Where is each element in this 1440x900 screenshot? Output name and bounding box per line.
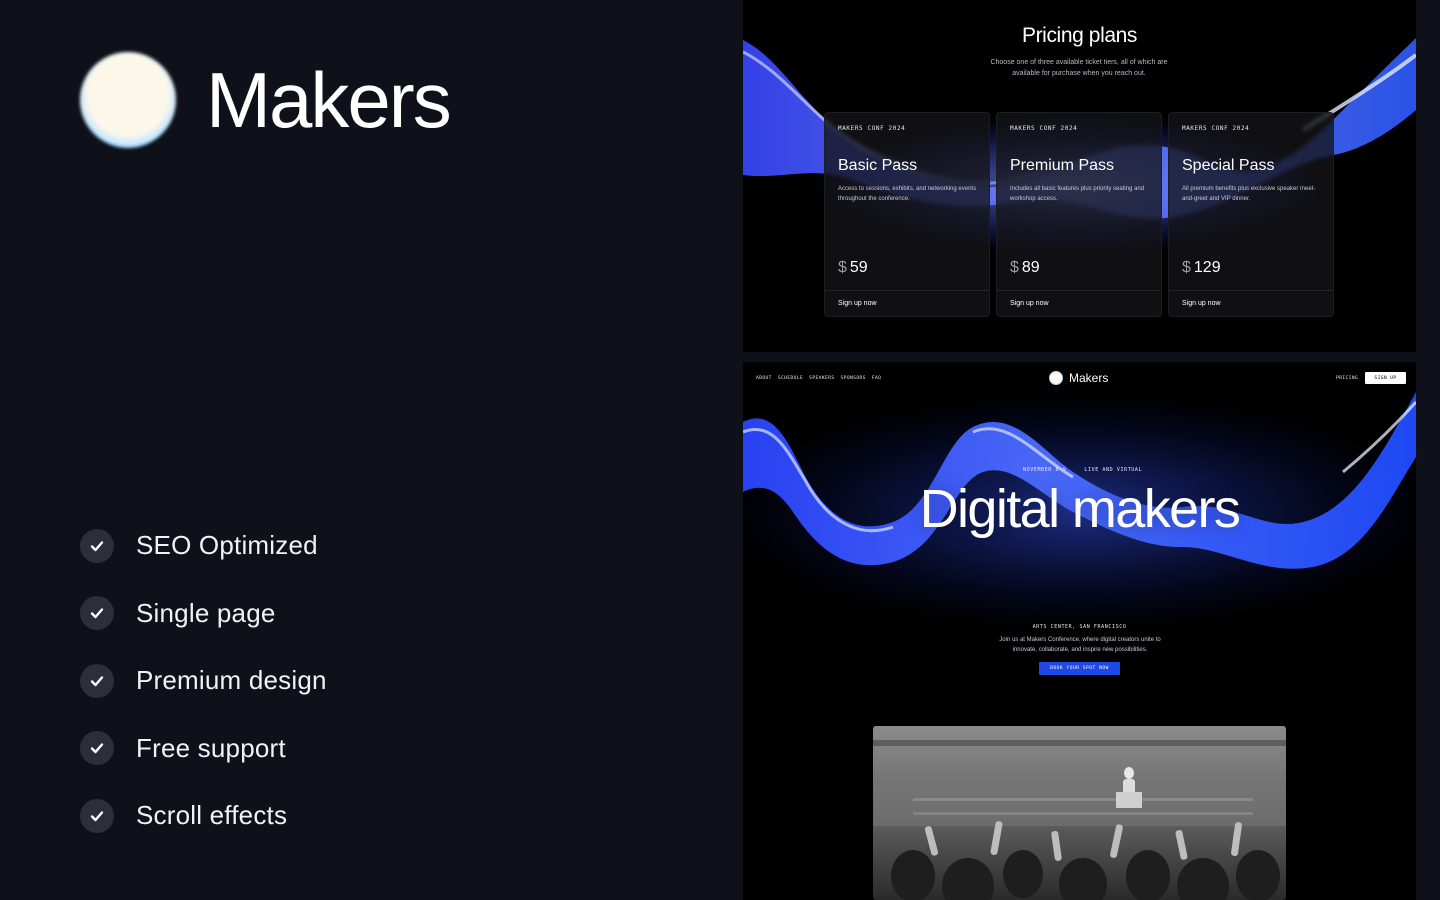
- nav-link-about[interactable]: ABOUT: [756, 376, 772, 381]
- hero-location: ARTS CENTER, SAN FRANCISCO: [1032, 624, 1127, 630]
- check-icon: [80, 731, 114, 766]
- brand-orb-logo: [80, 52, 176, 148]
- card-tag: MAKERS CONF 2024: [1010, 125, 1078, 132]
- feature-item: Single page: [80, 580, 327, 648]
- preview-column: Pricing plans Choose one of three availa…: [743, 0, 1440, 900]
- card-description: All premium benefits plus exclusive spea…: [1182, 186, 1316, 202]
- check-icon: [80, 663, 114, 698]
- pricing-title: Pricing plans: [1021, 24, 1138, 47]
- feature-label: Premium design: [136, 665, 327, 696]
- feature-list: SEO Optimized Single page Premium design…: [80, 512, 327, 850]
- hero-description: Join us at Makers Conference, where digi…: [999, 637, 1161, 653]
- currency-symbol: $: [1182, 259, 1191, 276]
- card-plan-name: Basic Pass: [838, 157, 918, 174]
- feature-item: Free support: [80, 715, 327, 783]
- feature-item: SEO Optimized: [80, 512, 327, 580]
- sign-up-link[interactable]: Sign up now: [838, 300, 877, 307]
- sign-up-link[interactable]: Sign up now: [1182, 300, 1221, 307]
- price-value: 89: [1021, 259, 1040, 276]
- check-icon: [80, 798, 114, 833]
- card-divider: [997, 290, 1161, 291]
- conference-audience-photo: [873, 726, 1286, 900]
- check-icon: [80, 596, 114, 631]
- feature-item: Scroll effects: [80, 782, 327, 850]
- price-value: 129: [1193, 259, 1221, 276]
- card-tag: MAKERS CONF 2024: [1182, 125, 1250, 132]
- book-spot-button[interactable]: BOOK YOUR SPOT NOW: [1039, 662, 1120, 675]
- card-tag: MAKERS CONF 2024: [838, 125, 906, 132]
- card-divider: [825, 290, 989, 291]
- feature-label: Scroll effects: [136, 800, 288, 831]
- check-icon: [80, 528, 114, 563]
- brand-header: Makers: [80, 52, 452, 148]
- pricing-card-premium: MAKERS CONF 2024 Premium Pass Includes a…: [996, 112, 1162, 317]
- feature-label: Single page: [136, 597, 276, 628]
- pricing-preview: Pricing plans Choose one of three availa…: [743, 0, 1416, 352]
- pricing-subtitle: Choose one of three available ticket tie…: [990, 59, 1168, 77]
- card-price: $89: [1010, 259, 1040, 277]
- feature-label: Free support: [136, 732, 286, 763]
- nav-link-sponsors[interactable]: SPONSORS: [841, 376, 866, 381]
- hero-title: Digital makers: [919, 479, 1241, 539]
- nav-logo-text: Makers: [1069, 371, 1109, 385]
- card-price: $59: [838, 259, 868, 277]
- nav-logo[interactable]: Makers: [1049, 371, 1108, 385]
- price-value: 59: [849, 259, 868, 276]
- card-description: Access to sessions, exhibits, and networ…: [838, 186, 977, 202]
- card-plan-name: Special Pass: [1182, 157, 1275, 174]
- nav-link-faq[interactable]: FAQ: [872, 376, 882, 381]
- card-description: Includes all basic features plus priorit…: [1010, 186, 1145, 202]
- sign-up-button[interactable]: SIGN UP: [1365, 372, 1406, 384]
- nav-links: ABOUT SCHEDULE SPEAKERS SPONSORS FAQ: [756, 376, 881, 381]
- card-divider: [1169, 290, 1333, 291]
- currency-symbol: $: [838, 259, 847, 276]
- orb-logo-icon: [1049, 371, 1063, 385]
- nav-link-pricing[interactable]: PRICING: [1336, 376, 1358, 381]
- sign-up-link[interactable]: Sign up now: [1010, 300, 1049, 307]
- hero-meta: NOVEMBER 8-9 LIVE AND VIRTUAL: [1023, 467, 1143, 473]
- brand-name: Makers: [206, 55, 452, 144]
- nav-link-schedule[interactable]: SCHEDULE: [778, 376, 803, 381]
- hero-preview: ABOUT SCHEDULE SPEAKERS SPONSORS FAQ Mak…: [743, 362, 1416, 900]
- card-price: $129: [1182, 259, 1221, 277]
- currency-symbol: $: [1010, 259, 1019, 276]
- feature-item: Premium design: [80, 647, 327, 715]
- pricing-card-special: MAKERS CONF 2024 Special Pass All premiu…: [1168, 112, 1334, 317]
- feature-label: SEO Optimized: [136, 530, 318, 561]
- pricing-card-basic: MAKERS CONF 2024 Basic Pass Access to se…: [824, 112, 990, 317]
- card-plan-name: Premium Pass: [1010, 157, 1115, 174]
- nav-link-speakers[interactable]: SPEAKERS: [809, 376, 834, 381]
